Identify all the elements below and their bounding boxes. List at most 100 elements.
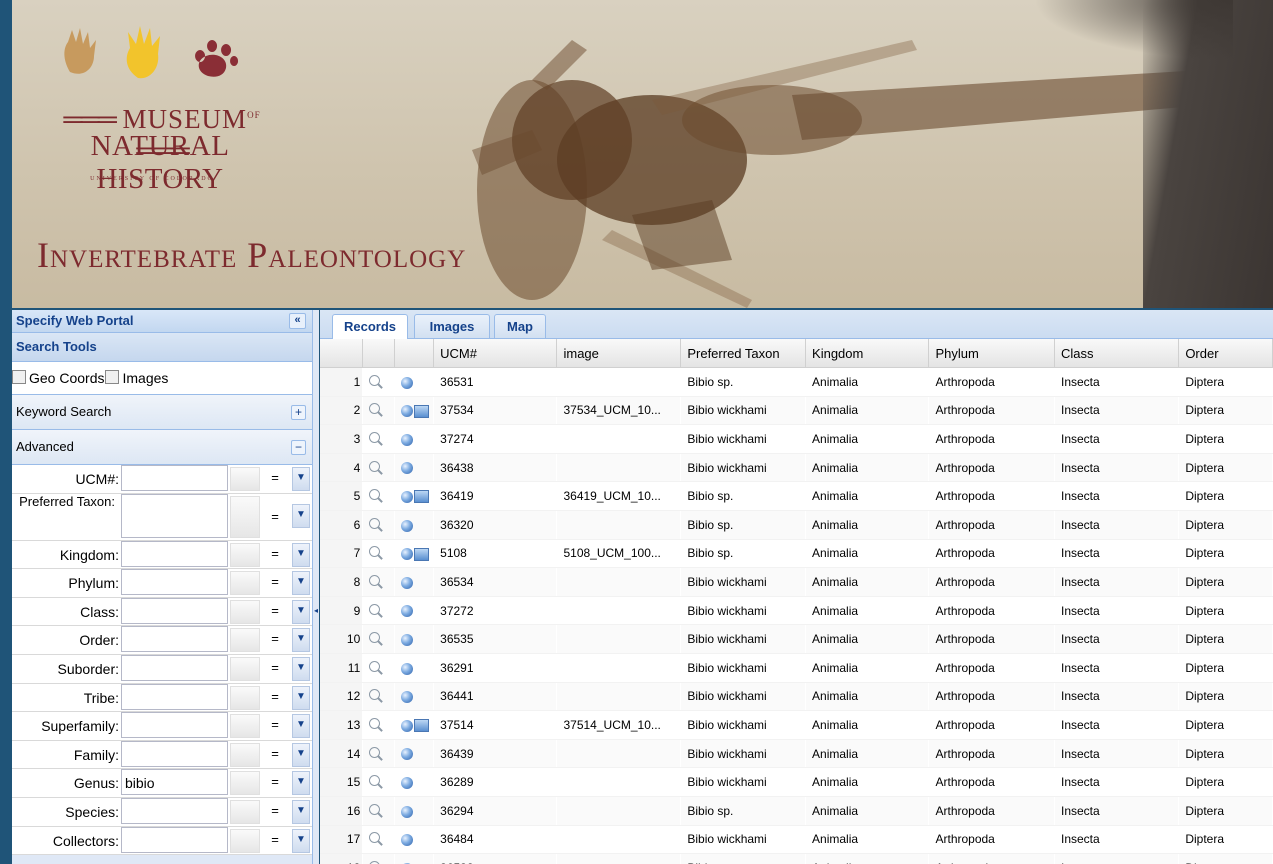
map-cell[interactable] bbox=[394, 396, 434, 426]
globe-icon[interactable] bbox=[401, 605, 414, 618]
table-row[interactable]: 7 5108 5108_UCM_100... Bibio sp. Animalia Art… bbox=[320, 539, 1273, 569]
collapse-panel-button[interactable]: « bbox=[289, 313, 306, 329]
geo-coords-checkbox[interactable] bbox=[12, 370, 26, 384]
details-cell[interactable] bbox=[362, 767, 395, 797]
field-input[interactable] bbox=[121, 465, 228, 491]
magnifier-icon[interactable] bbox=[369, 431, 381, 443]
table-row[interactable]: 14 36439 Bibio wickhami Animalia Arthropoda I… bbox=[320, 739, 1273, 769]
magnifier-icon[interactable] bbox=[369, 517, 381, 529]
details-cell[interactable] bbox=[362, 481, 395, 511]
operator-dropdown-button[interactable]: ▼ bbox=[292, 628, 310, 653]
field-input[interactable] bbox=[121, 740, 228, 767]
table-row[interactable]: 17 36484 Bibio wickhami Animalia Arthropoda I… bbox=[320, 825, 1273, 855]
images-checkbox[interactable] bbox=[105, 370, 120, 384]
image-cell[interactable]: 37534_UCM_10... bbox=[556, 396, 681, 426]
table-row[interactable]: 13 37514 37514_UCM_10... Bibio wickhami Anim… bbox=[320, 710, 1273, 740]
map-cell[interactable] bbox=[394, 653, 434, 683]
field-input[interactable] bbox=[121, 493, 228, 538]
globe-icon[interactable] bbox=[401, 519, 414, 532]
details-cell[interactable] bbox=[362, 739, 395, 769]
globe-icon[interactable] bbox=[401, 691, 414, 704]
collapse-minus-icon[interactable]: − bbox=[291, 440, 306, 455]
column-header[interactable]: UCM# bbox=[433, 339, 558, 368]
map-cell[interactable] bbox=[394, 510, 434, 540]
operator-dropdown-button[interactable]: ▼ bbox=[292, 828, 310, 853]
table-row[interactable]: 10 36535 Bibio wickhami Animalia Arthropoda I… bbox=[320, 624, 1273, 654]
details-cell[interactable] bbox=[362, 796, 395, 826]
tab-records[interactable]: Records bbox=[332, 314, 408, 339]
field-input[interactable] bbox=[121, 626, 228, 653]
details-cell[interactable] bbox=[362, 825, 395, 855]
table-row[interactable]: 15 36289 Bibio wickhami Animalia Arthropoda I… bbox=[320, 767, 1273, 797]
map-cell[interactable] bbox=[394, 796, 434, 826]
details-cell[interactable] bbox=[362, 510, 395, 540]
details-cell[interactable] bbox=[362, 567, 395, 597]
globe-icon[interactable] bbox=[401, 405, 414, 418]
magnifier-icon[interactable] bbox=[369, 689, 381, 701]
operator-dropdown-button[interactable]: ▼ bbox=[292, 714, 310, 739]
magnifier-icon[interactable] bbox=[369, 832, 381, 844]
image-cell[interactable] bbox=[556, 767, 681, 797]
panel-splitter[interactable]: ◂ bbox=[313, 310, 319, 864]
map-cell[interactable] bbox=[394, 596, 434, 626]
magnifier-icon[interactable] bbox=[369, 603, 381, 615]
image-cell[interactable] bbox=[556, 453, 681, 483]
image-icon[interactable] bbox=[414, 719, 430, 733]
field-input[interactable] bbox=[121, 597, 228, 624]
image-cell[interactable]: 37514_UCM_10... bbox=[556, 710, 681, 740]
table-row[interactable]: 8 36534 Bibio wickhami Animalia Arthropoda In… bbox=[320, 567, 1273, 597]
map-cell[interactable] bbox=[394, 481, 434, 511]
column-header[interactable]: Preferred Taxon bbox=[680, 339, 807, 368]
magnifier-icon[interactable] bbox=[369, 660, 381, 672]
magnifier-icon[interactable] bbox=[369, 746, 381, 758]
globe-icon[interactable] bbox=[401, 633, 414, 646]
column-header[interactable]: Kingdom bbox=[805, 339, 930, 368]
map-cell[interactable] bbox=[394, 424, 434, 454]
map-cell[interactable] bbox=[394, 367, 434, 397]
table-row[interactable]: 16 36294 Bibio sp. Animalia Arthropoda Insect… bbox=[320, 796, 1273, 826]
details-cell[interactable] bbox=[362, 596, 395, 626]
image-cell[interactable] bbox=[556, 367, 681, 397]
column-header[interactable]: Order bbox=[1178, 339, 1273, 368]
tab-map[interactable]: Map bbox=[494, 314, 546, 338]
operator-dropdown-button[interactable]: ▼ bbox=[292, 542, 310, 567]
details-cell[interactable] bbox=[362, 653, 395, 683]
table-row[interactable]: 6 36320 Bibio sp. Animalia Arthropoda Insecta… bbox=[320, 510, 1273, 540]
details-cell[interactable] bbox=[362, 453, 395, 483]
advanced-section[interactable]: Advanced − bbox=[12, 430, 312, 465]
magnifier-icon[interactable] bbox=[369, 489, 381, 501]
table-row[interactable]: 5 36419 36419_UCM_10... Bibio sp. Animalia Ar… bbox=[320, 481, 1273, 511]
image-cell[interactable] bbox=[556, 853, 681, 864]
magnifier-icon[interactable] bbox=[369, 546, 381, 558]
details-cell[interactable] bbox=[362, 539, 395, 569]
image-cell[interactable] bbox=[556, 682, 681, 712]
image-icon[interactable] bbox=[414, 490, 430, 504]
image-cell[interactable] bbox=[556, 567, 681, 597]
image-cell[interactable] bbox=[556, 825, 681, 855]
image-cell[interactable]: 36419_UCM_10... bbox=[556, 481, 681, 511]
image-cell[interactable] bbox=[556, 624, 681, 654]
operator-dropdown-button[interactable]: ▼ bbox=[292, 656, 310, 681]
operator-dropdown-button[interactable]: ▼ bbox=[292, 571, 310, 596]
image-cell[interactable] bbox=[556, 510, 681, 540]
field-input[interactable] bbox=[121, 540, 228, 567]
details-cell[interactable] bbox=[362, 710, 395, 740]
field-input[interactable] bbox=[121, 797, 228, 824]
map-cell[interactable] bbox=[394, 710, 434, 740]
table-row[interactable]: 4 36438 Bibio wickhami Animalia Arthropoda In… bbox=[320, 453, 1273, 483]
expand-plus-icon[interactable]: + bbox=[291, 405, 306, 420]
table-row[interactable]: 3 37274 Bibio wickhami Animalia Arthropoda In… bbox=[320, 424, 1273, 454]
operator-dropdown-button[interactable]: ▼ bbox=[292, 742, 310, 767]
map-cell[interactable] bbox=[394, 539, 434, 569]
magnifier-icon[interactable] bbox=[369, 374, 381, 386]
field-input[interactable] bbox=[121, 569, 228, 596]
field-input[interactable] bbox=[121, 712, 228, 739]
operator-dropdown-button[interactable]: ▼ bbox=[292, 799, 310, 824]
map-cell[interactable] bbox=[394, 567, 434, 597]
column-header[interactable]: Phylum bbox=[928, 339, 1055, 368]
field-input[interactable] bbox=[121, 654, 228, 681]
image-cell[interactable] bbox=[556, 653, 681, 683]
map-cell[interactable] bbox=[394, 739, 434, 769]
operator-dropdown-button[interactable]: ▼ bbox=[292, 503, 310, 528]
image-cell[interactable] bbox=[556, 796, 681, 826]
